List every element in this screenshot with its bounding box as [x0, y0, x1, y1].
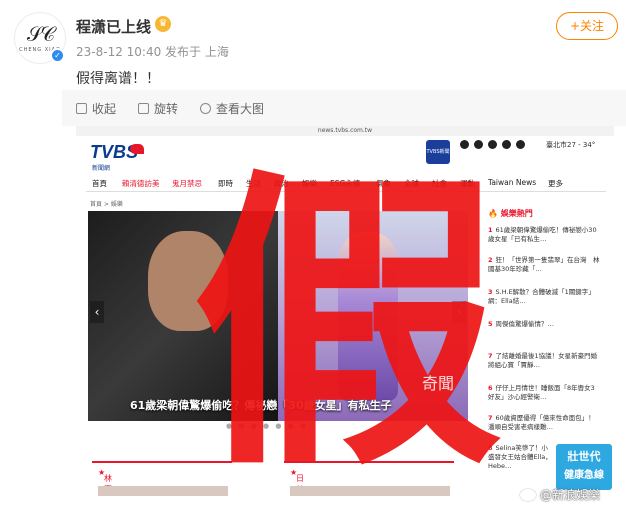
rotate-button[interactable]: 旋转 — [138, 100, 178, 117]
post-meta: 23-8-12 10:40 发布于 上海 — [76, 45, 229, 59]
post-image[interactable]: news.tvbs.com.tw TVBS 新聞網 TVBS新聞 臺北市27 -… — [76, 126, 614, 496]
section-title-left: ★ 林襄爆熱戀 — [98, 468, 112, 494]
nav-item: 賴清德訪美 — [122, 179, 160, 188]
logo-sub: 新聞網 — [92, 165, 111, 172]
view-large-button[interactable]: 查看大图 — [200, 100, 264, 117]
list-item: 7 了結離婚最後1協議！女星新豪門婚 將組心寶「賈靜… — [488, 352, 604, 370]
list-item: 7 60歲資歷優得「億來性命面包」！潘順自受害老病樣難… — [488, 414, 600, 432]
fake-stamp: 假 — [192, 146, 502, 496]
ad-line1: 壯世代 — [567, 450, 601, 463]
weibo-watermark: @新浪娛樂 — [520, 486, 600, 503]
list-text: S.H.E解散？合體破滅「1關鍵字」 網：Ella結… — [488, 288, 599, 305]
crown-icon: ♛ — [155, 16, 171, 32]
shrink-icon — [76, 103, 87, 114]
list-item: 6 仔仔上月情世！睡飯面「8年轡女3好友」沙心經警衛… — [488, 384, 600, 402]
chevron-left-icon: ‹ — [90, 301, 104, 323]
mail-icon — [516, 140, 525, 149]
ad-line2: 健康急線 — [564, 470, 604, 481]
ad-banner: 壯世代 健康急線 — [556, 444, 612, 490]
list-item: 2 狂！「世界第一隻翡翠」在台灣 林國基30年珍藏「… — [488, 256, 600, 274]
list-text: 60歲資歷優得「億來性命面包」！潘順自受害老病樣難… — [488, 414, 595, 431]
sidebar-title: 🔥 娛樂熱門 — [488, 209, 533, 218]
nav-item: 更多 — [548, 179, 563, 188]
weibo-watermark-text: @新浪娛樂 — [540, 488, 601, 502]
list-text: 周傑倫驚爆偷情？… — [495, 320, 555, 328]
list-text: 狂！「世界第一隻翡翠」在台灣 林國基30年珍藏「… — [488, 256, 600, 273]
list-text: Selina笑慘了！小盛發女王姑合體Ella，Hebe… — [488, 444, 552, 470]
view-large-label: 查看大图 — [216, 102, 265, 116]
weibo-icon — [520, 489, 536, 501]
rotate-icon — [138, 103, 149, 114]
nav-item: Taiwan News — [488, 178, 537, 187]
verified-icon: ✓ — [50, 48, 65, 63]
ig-icon — [502, 140, 511, 149]
list-item: 1 61歲梁朝偉驚爆偷吃！傳祕戀小30歲女星「已有私生… — [488, 226, 600, 244]
list-item: 3 S.H.E解散？合體破滅「1關鍵字」 網：Ella結… — [488, 288, 600, 306]
list-text: 61歲梁朝偉驚爆偷吃！傳祕戀小30歲女星「已有私生… — [488, 226, 597, 243]
post-header: 𝒮𝒞 CHENG XIAO ✓ 程潇已上线 ♛ 23-8-12 10:40 发布… — [0, 0, 626, 70]
logo-flame-icon — [130, 144, 144, 154]
shrink-label: 收起 — [92, 102, 117, 116]
avatar-monogram: 𝒮𝒞 — [26, 22, 55, 46]
username[interactable]: 程潇已上线 — [76, 16, 151, 37]
magnifier-icon — [200, 103, 211, 114]
breadcrumb: 首頁 > 娛樂 — [90, 201, 123, 208]
sidebar-title-text: 娛樂熱門 — [500, 209, 533, 218]
nav-item: 首頁 — [92, 179, 107, 188]
list-item: 8 Selina笑慘了！小盛發女王姑合體Ella，Hebe… — [488, 444, 554, 471]
shrink-button[interactable]: 收起 — [76, 100, 116, 117]
list-item: 5 周傑倫驚爆偷情？… — [488, 320, 600, 329]
post-text: 假得离谱！！ — [76, 71, 160, 87]
small-watermark: 奇聞 — [422, 374, 455, 393]
image-toolbar: 收起 旋转 查看大图 — [62, 90, 626, 126]
list-text: 仔仔上月情世！睡飯面「8年轡女3好友」沙心經警衛… — [488, 384, 595, 401]
rotate-label: 旋转 — [154, 102, 179, 116]
list-text: 了結離婚最後1協議！女星新豪門婚 將組心寶「賈靜… — [488, 352, 604, 369]
weather: 臺北市27 - 34° — [546, 141, 596, 149]
tvbs-logo: TVBS 新聞網 — [90, 142, 148, 172]
url-bar: news.tvbs.com.tw — [76, 126, 614, 136]
follow-button[interactable]: +关注 — [556, 12, 618, 40]
